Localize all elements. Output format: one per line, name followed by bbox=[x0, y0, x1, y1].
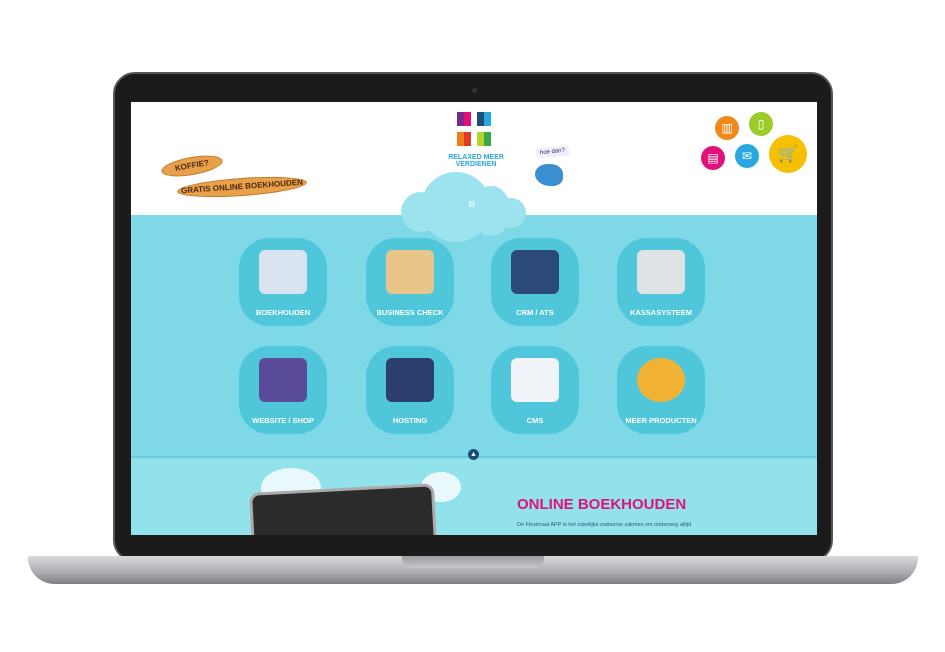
cart-icon[interactable]: 🛒 bbox=[769, 135, 807, 173]
tile-business-check[interactable]: BUSINESS CHECK bbox=[366, 238, 454, 326]
laptop-rocket-icon bbox=[259, 358, 307, 402]
calculator-icon bbox=[259, 250, 307, 294]
cash-register-icon bbox=[637, 250, 685, 294]
koffie-link[interactable]: KOFFIE? bbox=[159, 151, 225, 181]
tile-kassasysteem[interactable]: KASSASYSTEEM bbox=[617, 238, 705, 326]
tile-crm[interactable]: CRM / ATS bbox=[491, 238, 579, 326]
online-boekhouden-section: ONLINE BOEKHOUDEN De Fleximaal APP is he… bbox=[131, 456, 817, 535]
tile-meer-producten[interactable]: MEER PRODUCTEN bbox=[617, 346, 705, 434]
laptop-pencil-icon bbox=[511, 358, 559, 402]
section-text: De Fleximaal APP is het zakelijke zwitse… bbox=[517, 522, 692, 528]
laptop-notch bbox=[402, 556, 544, 568]
section-title: ONLINE BOEKHOUDEN bbox=[517, 496, 687, 513]
chevron-up-icon[interactable]: ▲ bbox=[468, 449, 479, 460]
hamburger-icon[interactable]: ≡ bbox=[468, 198, 480, 210]
checklist-icon bbox=[386, 250, 434, 294]
tile-hosting[interactable]: HOSTING bbox=[366, 346, 454, 434]
site-header: RELAXED MEER VERDIENEN KOFFIE? GRATIS ON… bbox=[131, 102, 817, 242]
speech-bubble: hoe dan? bbox=[535, 145, 570, 159]
tile-website-shop[interactable]: WEBSITE / SHOP bbox=[239, 346, 327, 434]
tile-cms[interactable]: CMS bbox=[491, 346, 579, 434]
phone-icon[interactable]: ▯ bbox=[749, 112, 773, 136]
server-icon bbox=[386, 358, 434, 402]
mail-icon[interactable]: ✉ bbox=[735, 144, 759, 168]
tagline: RELAXED MEER VERDIENEN bbox=[448, 154, 504, 168]
seo-magnifier-icon bbox=[637, 358, 685, 402]
building-icon[interactable]: ▥ bbox=[715, 116, 739, 140]
tile-boekhouden[interactable]: BOEKHOUDEN bbox=[239, 238, 327, 326]
document-icon[interactable]: ▤ bbox=[701, 146, 725, 170]
camera bbox=[472, 88, 477, 93]
website-screen: RELAXED MEER VERDIENEN KOFFIE? GRATIS ON… bbox=[131, 102, 817, 535]
logo[interactable] bbox=[457, 112, 491, 146]
tablet-image bbox=[249, 483, 438, 535]
bird-icon bbox=[535, 164, 563, 186]
tablet-chart-icon bbox=[511, 250, 559, 294]
gratis-boekhouden-link[interactable]: GRATIS ONLINE BOEKHOUDEN bbox=[176, 173, 308, 201]
